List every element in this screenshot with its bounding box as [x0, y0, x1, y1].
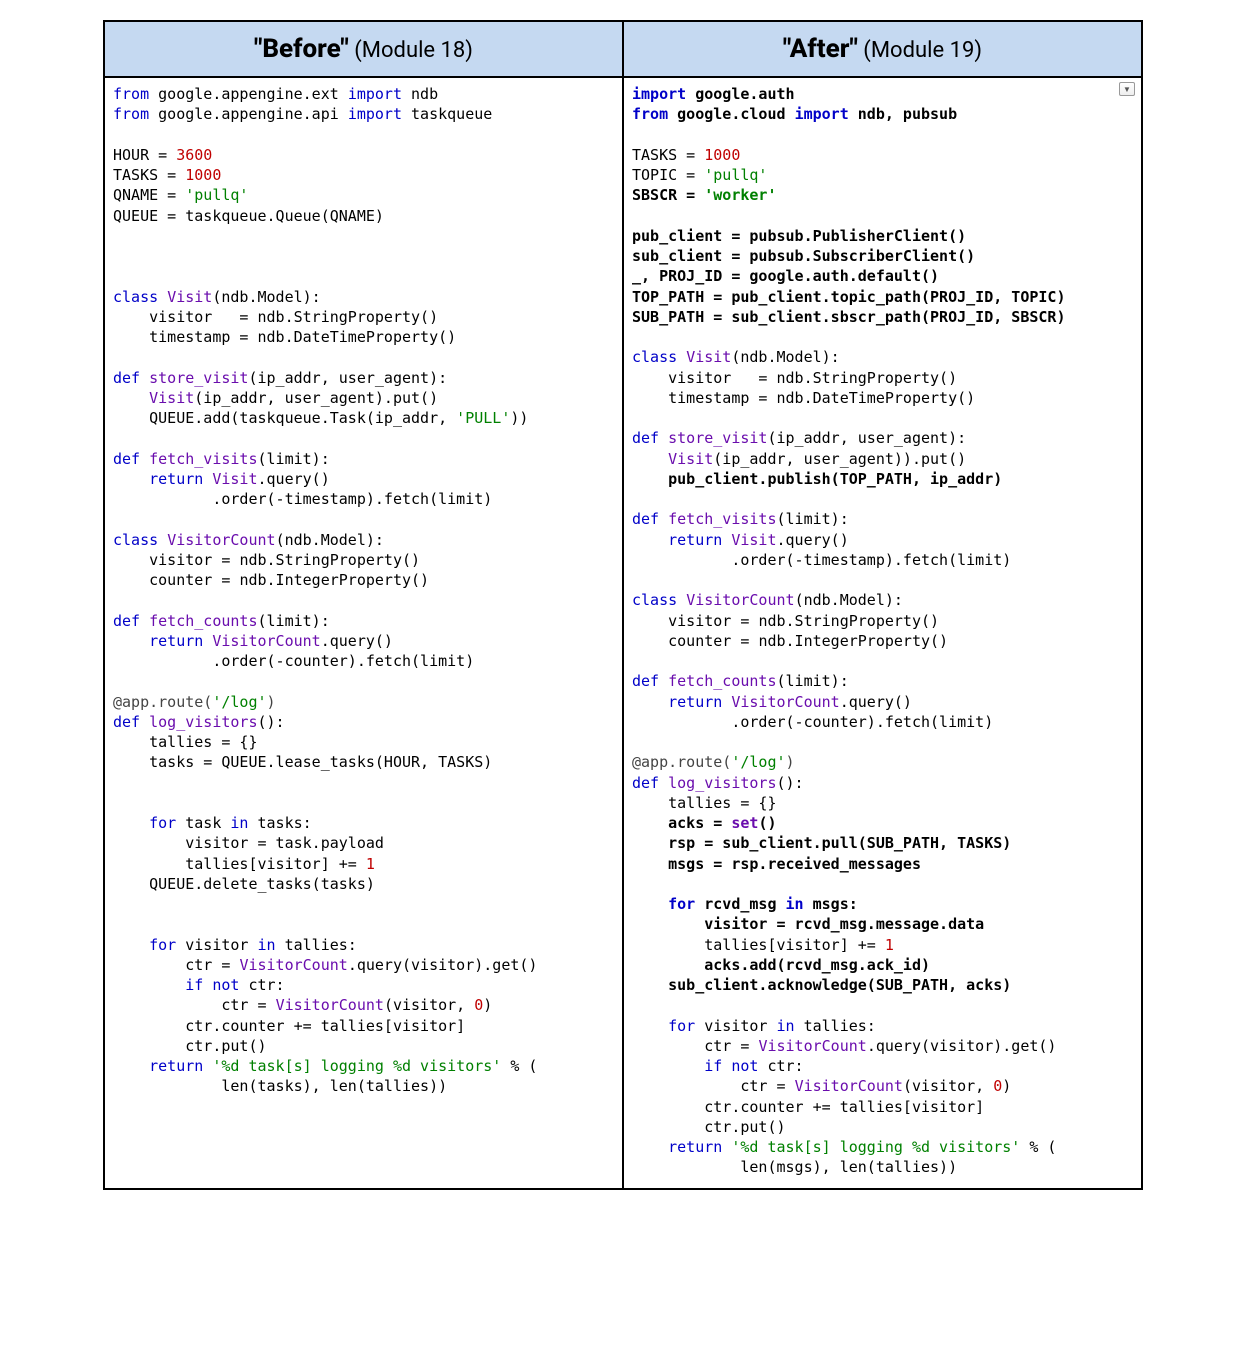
loop2-l4: ctr.counter += tallies[visitor] [185, 1017, 465, 1035]
before-title: "Before" [254, 34, 349, 64]
visit-visitor-a: ndb.StringProperty() [777, 369, 958, 387]
loop1-l1-a: visitor = rcvd_msg.message.data [704, 915, 984, 933]
fetch-counts-chain: .order(-counter).fetch(limit) [212, 652, 474, 670]
fetch-visits-chain: .order(-timestamp).fetch(limit) [212, 490, 492, 508]
msgs-assign: msgs = rsp.received_messages [668, 855, 921, 873]
ret-fmt: '%d task[s] logging %d visitors' [212, 1057, 501, 1075]
queue-expr: taskqueue.Queue(QNAME) [185, 207, 384, 225]
loop1-l3-a: acks.add(rcvd_msg.ack_id) [704, 956, 930, 974]
tasks-lease: tasks = QUEUE.lease_tasks(HOUR, TASKS) [149, 753, 492, 771]
visit-timestamp-a: ndb.DateTimeProperty() [777, 389, 976, 407]
dropdown-icon[interactable]: ▼ [1119, 82, 1135, 96]
after-code: import google.auth from google.cloud imp… [624, 78, 1141, 1188]
ret-args: len(tasks), len(tallies)) [221, 1077, 447, 1095]
visit-visitor: ndb.StringProperty() [258, 308, 439, 326]
tallies-init: tallies = {} [149, 733, 257, 751]
proj-id: _, PROJ_ID = google.auth.default() [632, 267, 939, 285]
vc-visitor: ndb.StringProperty() [239, 551, 420, 569]
rsp-pull: rsp = sub_client.pull(SUB_PATH, TASKS) [668, 834, 1011, 852]
fetch-counts-chain-a: .order(-counter).fetch(limit) [731, 713, 993, 731]
tasks-value-a: 1000 [704, 146, 740, 164]
before-subtitle: (Module 18) [349, 38, 473, 63]
loop2-l5: ctr.put() [185, 1037, 266, 1055]
sbscr-value: 'worker' [704, 186, 776, 204]
acknowledge: sub_client.acknowledge(SUB_PATH, acks) [668, 976, 1011, 994]
sub-client: pubsub.SubscriberClient() [749, 247, 975, 265]
topic-value: 'pullq' [704, 166, 767, 184]
visit-class: Visit [167, 288, 212, 306]
visit-timestamp: ndb.DateTimeProperty() [258, 328, 457, 346]
comparison-table: "Before" (Module 18) from google.appengi… [103, 20, 1143, 1190]
after-title: "After" [783, 34, 858, 64]
sub-path: SUB_PATH = sub_client.sbscr_path(PROJ_ID… [632, 308, 1065, 326]
before-header: "Before" (Module 18) [105, 22, 622, 78]
vc-counter: ndb.IntegerProperty() [239, 571, 429, 589]
visit-class-a: Visit [686, 348, 731, 366]
delete-tasks: QUEUE.delete_tasks(tasks) [149, 875, 375, 893]
top-path: TOP_PATH = pub_client.topic_path(PROJ_ID… [632, 288, 1065, 306]
vc-counter-a: ndb.IntegerProperty() [758, 632, 948, 650]
before-code: from google.appengine.ext import ndb fro… [105, 78, 622, 1107]
fetch-visits-chain-a: .order(-timestamp).fetch(limit) [731, 551, 1011, 569]
visitorcount-class: VisitorCount [167, 531, 275, 549]
loop1-l1: visitor = task.payload [185, 834, 384, 852]
visitorcount-class-a: VisitorCount [686, 591, 794, 609]
qname-value: 'pullq' [185, 186, 248, 204]
loop2-l5-a: ctr.put() [704, 1118, 785, 1136]
after-column: "After" (Module 19) ▼ import google.auth… [624, 22, 1141, 1188]
pub-client: pubsub.PublisherClient() [749, 227, 966, 245]
ret-args-a: len(msgs), len(tallies)) [740, 1158, 957, 1176]
tallies-init-a: tallies = {} [668, 794, 776, 812]
after-subtitle: (Module 19) [858, 38, 982, 63]
publish-call: pub_client.publish(TOP_PATH, ip_addr) [668, 470, 1002, 488]
after-header: "After" (Module 19) [624, 22, 1141, 78]
vc-visitor-a: ndb.StringProperty() [758, 612, 939, 630]
before-column: "Before" (Module 18) from google.appengi… [105, 22, 624, 1188]
hour-value: 3600 [176, 146, 212, 164]
ret-fmt-a: '%d task[s] logging %d visitors' [731, 1138, 1020, 1156]
loop2-l4-a: ctr.counter += tallies[visitor] [704, 1098, 984, 1116]
tasks-value: 1000 [185, 166, 221, 184]
